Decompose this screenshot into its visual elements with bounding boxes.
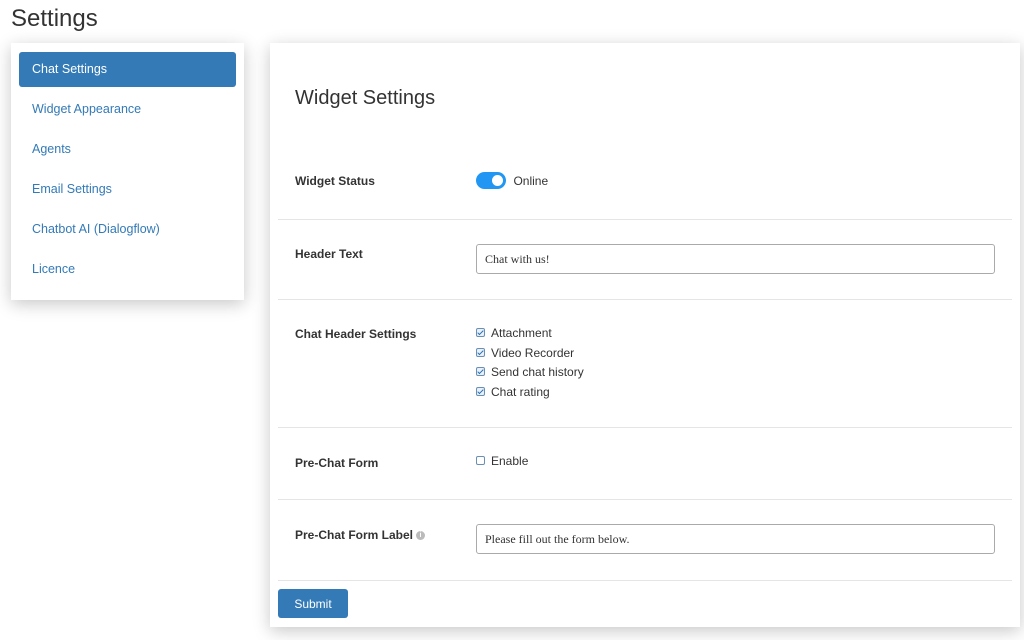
sidebar-item-chatbot-ai[interactable]: Chatbot AI (Dialogflow) [19,212,236,247]
info-icon[interactable]: i [416,531,426,541]
widget-status-control: Online [476,172,548,190]
option-label: Video Recorder [491,345,575,360]
pre-chat-form-label: Pre-Chat Form [295,456,379,470]
checkbox-checked-icon[interactable] [476,386,485,396]
checkbox-checked-icon[interactable] [476,347,485,357]
pre-chat-form-label-input[interactable] [476,524,995,554]
pre-chat-form-label-title: Pre-Chat Form Label i [295,528,426,542]
chat-header-settings-label: Chat Header Settings [295,327,417,341]
sidebar-item-widget-appearance[interactable]: Widget Appearance [19,92,236,127]
option-send-chat-history[interactable]: Send chat history [476,363,584,383]
option-label: Chat rating [491,384,550,399]
widget-status-label: Widget Status [295,174,375,188]
sidebar-item-chat-settings[interactable]: Chat Settings [19,52,236,87]
chat-header-settings-row: Chat Header Settings Attachment Video Re… [278,300,1012,428]
checkbox-checked-icon[interactable] [476,328,485,338]
header-text-row: Header Text [278,220,1012,300]
panel-title: Widget Settings [295,87,436,109]
widget-status-value: Online [513,173,549,188]
option-enable-pre-chat[interactable]: Enable [476,452,528,472]
option-label: Enable [491,454,529,468]
toggle-knob [492,175,503,187]
page-title: Settings [11,5,98,32]
sidebar-item-email-settings[interactable]: Email Settings [19,172,236,207]
checkbox-unchecked-icon[interactable] [476,456,485,466]
option-attachment[interactable]: Attachment [476,324,584,344]
widget-settings-panel: Widget Settings Widget Status Online Hea… [270,43,1020,627]
pre-chat-form-label-row: Pre-Chat Form Label i [278,500,1012,581]
pre-chat-form-row: Pre-Chat Form Enable [278,428,1012,500]
chat-header-options: Attachment Video Recorder Send chat hist… [476,324,584,402]
checkbox-checked-icon[interactable] [476,367,485,377]
option-label: Send chat history [491,365,584,379]
settings-sidebar: Chat Settings Widget Appearance Agents E… [11,43,244,300]
option-video-recorder[interactable]: Video Recorder [476,344,584,364]
pre-chat-form-label-text: Pre-Chat Form Label [295,528,414,542]
header-text-label: Header Text [295,247,363,261]
widget-status-toggle[interactable] [476,172,506,190]
widget-status-row: Widget Status Online [278,138,1012,220]
submit-button[interactable]: Submit [278,589,348,618]
header-text-input[interactable] [476,244,995,274]
option-label: Attachment [491,326,552,340]
sidebar-item-agents[interactable]: Agents [19,132,236,167]
option-chat-rating[interactable]: Chat rating [476,383,584,403]
sidebar-item-licence[interactable]: Licence [19,252,236,287]
